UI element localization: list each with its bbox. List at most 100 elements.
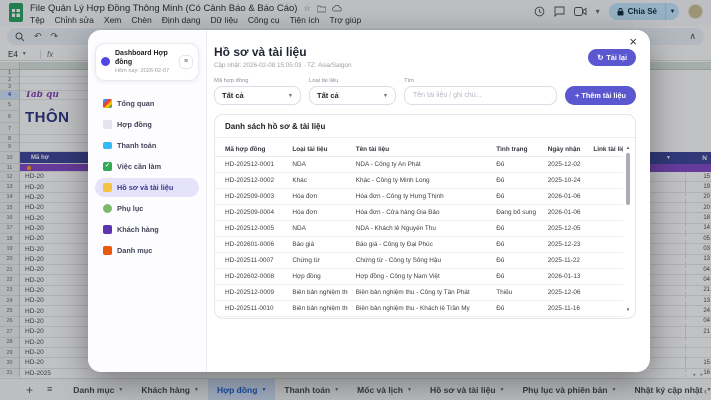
table-cell: Chứng từ - Công ty Sông Hậu xyxy=(348,257,489,264)
table-cell: HD-202512-0001 xyxy=(215,161,284,168)
table-cell: HD-202511-0010 xyxy=(215,305,284,312)
sidebar-item-categories[interactable]: Danh mục xyxy=(95,241,199,260)
sidebar-item-appendix[interactable]: Phụ lục xyxy=(95,199,199,218)
chevron-down-icon: ▼ xyxy=(383,93,388,99)
table-cell: Đang bổ sung xyxy=(488,209,540,216)
dashboard-modal: × Dashboard Hợp đồng Hôm nay: 2026-02-07… xyxy=(88,30,650,372)
refresh-icon: ↻ xyxy=(597,53,603,62)
sidebar-item-overview[interactable]: Tổng quan xyxy=(95,94,199,113)
contracts-icon xyxy=(103,120,112,129)
table-cell: Biên bản nghiệm thu - Công ty Tân Phát xyxy=(348,289,489,296)
sidebar-item-label: Tổng quan xyxy=(117,99,154,108)
table-cell: HD-202509-0003 xyxy=(215,193,284,200)
table-cell: Đủ xyxy=(488,241,540,248)
table-cell: Đủ xyxy=(488,305,540,312)
table-cell: NDA - Công ty An Phát xyxy=(348,161,489,168)
chevron-down-icon: ▼ xyxy=(288,93,293,99)
sidebar-item-label: Khách hàng xyxy=(117,225,159,234)
table-cell: Báo giá xyxy=(284,241,347,248)
table-title: Danh sách hồ sơ & tài liệu xyxy=(215,115,635,138)
table-cell: HD-202512-0009 xyxy=(215,289,284,296)
table-cell: NDA xyxy=(284,225,347,232)
table-row[interactable]: HD-202512-0002KhácKhác - Công ty Minh Lo… xyxy=(215,173,623,189)
table-cell: Hóa đơn - Công ty Hưng Thịnh xyxy=(348,193,489,200)
scroll-up-icon[interactable]: ▲ xyxy=(625,145,631,150)
overview-icon xyxy=(103,99,112,108)
table-row[interactable]: HD-202512-0001NDANDA - Công ty An PhátĐủ… xyxy=(215,157,623,173)
table-row[interactable]: HD-202512-0005NDANDA - Khách lẻ Nguyễn T… xyxy=(215,221,623,237)
documents-table-card: Danh sách hồ sơ & tài liệu Mã hợp đồngLo… xyxy=(214,114,636,319)
column-header: Ngày nhận xyxy=(540,146,586,153)
table-row[interactable]: HD-202509-0003Hóa đơnHóa đơn - Công ty H… xyxy=(215,189,623,205)
table-cell: Khác xyxy=(284,177,347,184)
documents-icon xyxy=(103,183,112,192)
table-cell: HD-202512-0002 xyxy=(215,177,284,184)
tasks-icon: ✓ xyxy=(103,162,112,171)
table-row[interactable]: HD-202602-0008Hợp đồngHợp đồng - Công ty… xyxy=(215,269,623,285)
table-header-row: Mã hợp đồngLoại tài liệuTên tài liệuTình… xyxy=(215,142,623,157)
scroll-down-icon[interactable]: ▼ xyxy=(625,307,631,312)
dashboard-name: Dashboard Hợp đồng xyxy=(115,50,174,68)
table-cell: Đủ xyxy=(488,273,540,280)
column-header: Link tài liệu xyxy=(585,146,623,153)
table-cell: HD-202601-0006 xyxy=(215,241,284,248)
profile-dot-icon xyxy=(101,57,110,66)
table-cell: HD-202602-0008 xyxy=(215,273,284,280)
table-cell: Đủ xyxy=(488,193,540,200)
table-row[interactable]: HD-202511-0010Biên bản nghiệm thuBiên bả… xyxy=(215,301,623,317)
table-cell: Đủ xyxy=(488,161,540,168)
page-title: Hồ sơ và tài liệu xyxy=(214,45,351,59)
updated-timestamp: Cập nhật: 2026-02-08 15:05:03 · TZ: Asia… xyxy=(214,62,351,69)
sidebar-item-label: Việc cần làm xyxy=(117,162,161,171)
documents-table: Mã hợp đồngLoại tài liệuTên tài liệuTình… xyxy=(215,142,623,318)
table-row[interactable]: HD-202511-0007Chứng từChứng từ - Công ty… xyxy=(215,253,623,269)
table-cell: Hợp đồng xyxy=(284,273,347,280)
table-row[interactable]: HD-202509-0004Hóa đơnHóa đơn - Cửa hàng … xyxy=(215,205,623,221)
sidebar-menu-button[interactable]: ≡ xyxy=(179,55,193,69)
add-document-button[interactable]: + Thêm tài liệu xyxy=(565,86,636,105)
sidebar-item-label: Phụ lục xyxy=(117,204,143,213)
table-cell: NDA xyxy=(284,161,347,168)
contract-filter-select[interactable]: Tất cả▼ xyxy=(214,86,301,105)
sidebar-item-payments[interactable]: Thanh toán xyxy=(95,136,199,155)
appendix-icon xyxy=(103,204,112,213)
table-cell: HD-202512-0005 xyxy=(215,225,284,232)
sidebar-item-label: Hợp đồng xyxy=(117,120,152,129)
table-cell: Đủ xyxy=(488,257,540,264)
column-header: Loại tài liệu xyxy=(284,146,347,153)
table-cell: 2026-01-13 xyxy=(540,273,586,280)
table-cell: Hóa đơn xyxy=(284,193,347,200)
table-cell: 2026-01-06 xyxy=(540,193,586,200)
table-scrollbar[interactable]: ▲ ▼ xyxy=(625,145,631,312)
modal-main: Hồ sơ và tài liệu Cập nhật: 2026-02-08 1… xyxy=(207,30,650,372)
customers-icon xyxy=(103,225,112,234)
screen: File Quản Lý Hợp Đồng Thông Minh (Có Cản… xyxy=(0,0,711,400)
sidebar-item-label: Danh mục xyxy=(117,246,152,255)
search-input[interactable]: Tên tài liệu / ghi chú... xyxy=(404,86,557,105)
categories-icon xyxy=(103,246,112,255)
table-cell: 2025-12-06 xyxy=(540,289,586,296)
reload-button[interactable]: ↻ Tải lại xyxy=(588,49,636,66)
table-cell: 2025-12-05 xyxy=(540,225,586,232)
table-cell: Khác - Công ty Minh Long xyxy=(348,177,489,184)
sidebar-item-contracts[interactable]: Hợp đồng xyxy=(95,115,199,134)
table-row[interactable]: HD-202512-0009Biên bản nghiệm thuBiên bả… xyxy=(215,285,623,301)
table-cell: Đủ xyxy=(488,225,540,232)
column-header: Mã hợp đồng xyxy=(215,146,284,153)
sidebar-item-customers[interactable]: Khách hàng xyxy=(95,220,199,239)
modal-sidebar: Dashboard Hợp đồng Hôm nay: 2026-02-07 ≡… xyxy=(88,30,207,372)
table-cell: 2026-01-06 xyxy=(540,209,586,216)
table-cell: Biên bản nghiệm thu xyxy=(284,305,347,312)
table-cell: Chứng từ xyxy=(284,257,347,264)
scrollbar-thumb[interactable] xyxy=(626,153,630,205)
column-header: Tình trạng xyxy=(488,146,540,153)
table-cell: Biên bản nghiệm thu - Khách lẻ Trần My xyxy=(348,305,489,312)
column-header: Tên tài liệu xyxy=(348,146,489,153)
sidebar-item-documents[interactable]: Hồ sơ và tài liệu xyxy=(95,178,199,197)
type-filter-select[interactable]: Tất cả▼ xyxy=(309,86,396,105)
table-cell: Hợp đồng - Công ty Nam Việt xyxy=(348,273,489,280)
dashboard-date: Hôm nay: 2026-02-07 xyxy=(115,68,174,74)
table-row[interactable]: HD-202601-0006Báo giáBáo giá - Công ty Đ… xyxy=(215,237,623,253)
sidebar-item-tasks[interactable]: ✓ Việc cần làm xyxy=(95,157,199,176)
table-cell: Thiếu xyxy=(488,289,540,296)
